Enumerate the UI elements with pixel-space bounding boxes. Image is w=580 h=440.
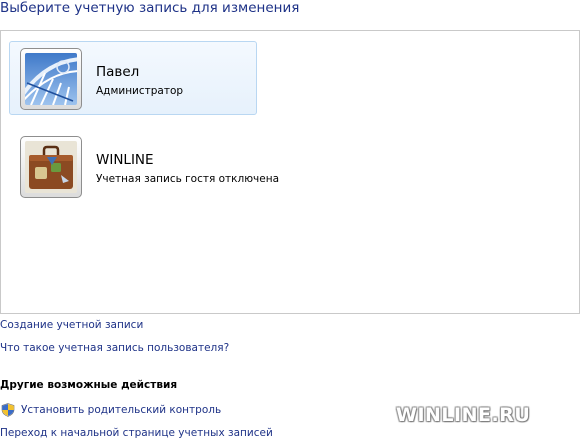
go-home-link[interactable]: Переход к начальной странице учетных зап…: [0, 426, 273, 440]
accounts-panel: Павел Администратор WINLINE Учетная запи…: [0, 30, 580, 314]
parental-control-link[interactable]: Установить родительский контроль: [21, 403, 221, 417]
create-account-link[interactable]: Создание учетной записи: [0, 318, 143, 332]
avatar: [20, 48, 82, 110]
account-name: Павел: [96, 64, 140, 80]
account-name: WINLINE: [96, 152, 154, 168]
account-role: Учетная запись гостя отключена: [96, 173, 280, 185]
watermark: WINLINE.RU: [396, 404, 531, 426]
avatar: [20, 136, 82, 198]
page-title: Выберите учетную запись для изменения: [0, 0, 300, 16]
what-is-account-link[interactable]: Что такое учетная запись пользователя?: [0, 341, 229, 355]
uac-shield-icon: [1, 402, 15, 417]
suitcase-picture-icon: [25, 141, 77, 193]
account-tile-pavel[interactable]: Павел Администратор: [9, 41, 257, 115]
account-tile-winline[interactable]: WINLINE Учетная запись гостя отключена: [9, 129, 309, 203]
account-role: Администратор: [96, 85, 184, 97]
skatepark-picture-icon: [25, 53, 77, 105]
other-actions-title: Другие возможные действия: [0, 379, 178, 391]
